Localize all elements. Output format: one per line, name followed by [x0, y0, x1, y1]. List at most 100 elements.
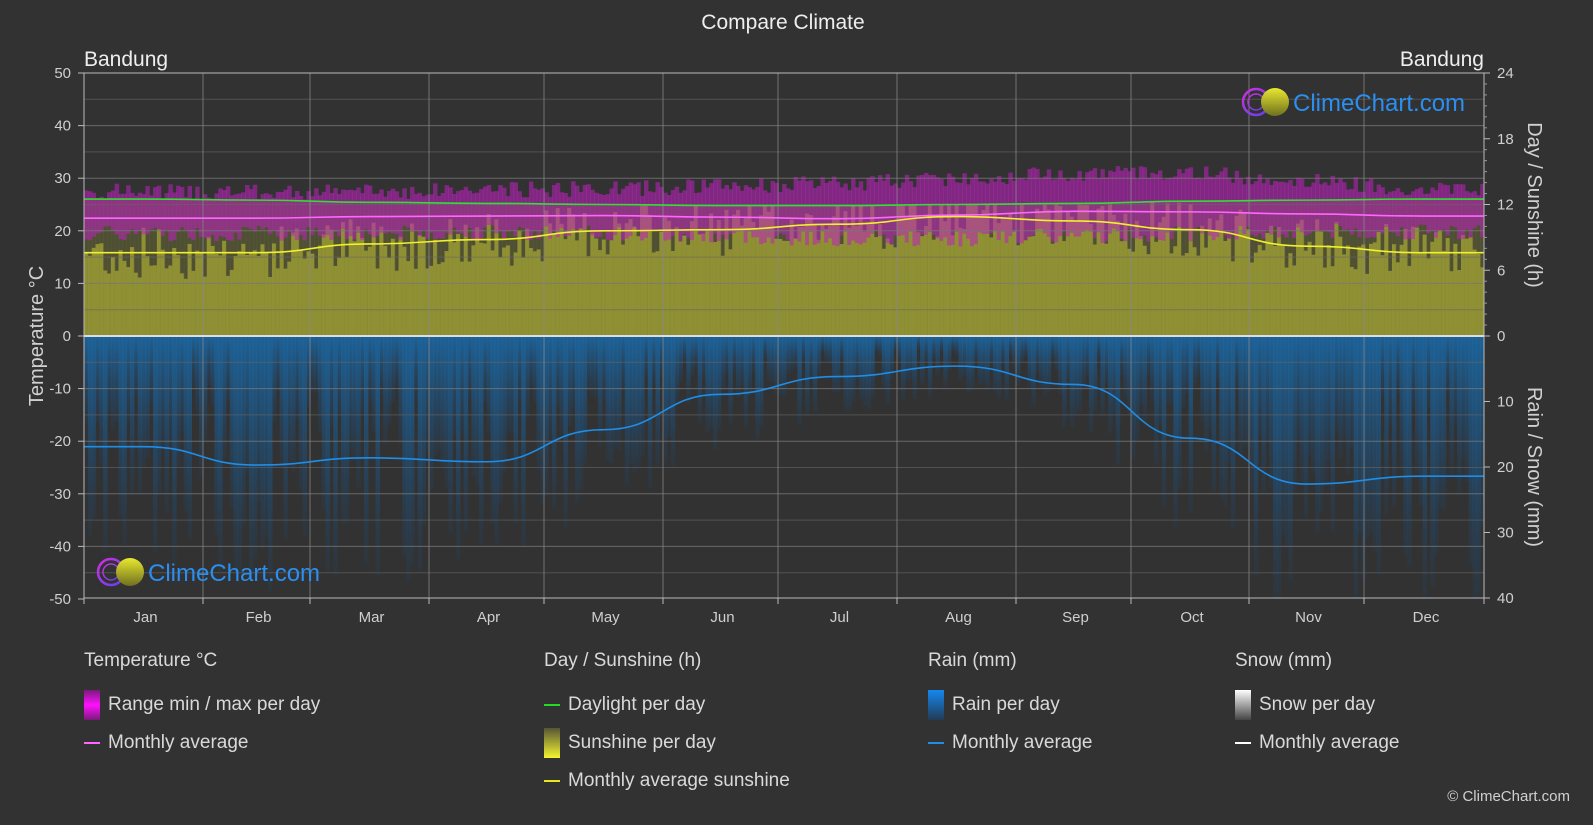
- rain-bar: [862, 336, 868, 406]
- rain-bar: [1257, 336, 1263, 437]
- temp-range-bar: [1391, 190, 1397, 233]
- sunshine-bar: [179, 273, 185, 336]
- rain-bar: [1315, 336, 1320, 535]
- sunshine-bar: [931, 239, 937, 336]
- sunshine-bar: [1246, 229, 1251, 336]
- sunshine-bar: [417, 235, 423, 336]
- rain-bar: [1062, 336, 1067, 428]
- rain-bar: [417, 336, 423, 573]
- sunshine-bar: [130, 247, 135, 336]
- sunshine-bar: [448, 219, 453, 336]
- temp-range-bar: [421, 196, 426, 230]
- logo-sun-icon: [116, 558, 144, 586]
- sunshine-bar: [494, 219, 499, 336]
- sunshine-bar: [1215, 220, 1220, 336]
- temp-range-bar: [939, 178, 944, 241]
- sunshine-bar: [1296, 223, 1301, 336]
- temp-range-swatch: [84, 690, 100, 720]
- temp-range-bar: [1376, 184, 1382, 233]
- sunshine-bar: [881, 248, 887, 336]
- temp-range-bar: [732, 182, 737, 234]
- rain-bar: [95, 336, 100, 422]
- sunshine-bar: [421, 236, 426, 336]
- sunshine-bar: [586, 256, 591, 336]
- rain-bar: [195, 336, 200, 412]
- temp-range-bar: [736, 185, 741, 232]
- temp-range-bar: [179, 187, 185, 228]
- temp-range-bar: [555, 182, 561, 238]
- rain-bar: [505, 336, 511, 433]
- temp-range-bar: [1096, 178, 1102, 233]
- sunshine-bar: [1265, 232, 1270, 336]
- temp-range-bar: [962, 173, 967, 234]
- sunshine-bar: [655, 251, 660, 336]
- sunshine-bar: [728, 249, 733, 336]
- rain-bar: [1000, 336, 1006, 365]
- temp-range-bar: [605, 194, 611, 240]
- temp-range-bar: [417, 192, 423, 236]
- rain-bar: [264, 336, 269, 537]
- sunshine-bar: [509, 265, 515, 336]
- rain-bar: [900, 336, 906, 401]
- sunshine-bar: [1273, 245, 1278, 336]
- sunshine-bar: [486, 214, 492, 336]
- sunshine-bar: [1169, 253, 1174, 336]
- rain-bar: [594, 336, 599, 399]
- rain-bar: [655, 336, 660, 468]
- sunshine-bar: [1257, 244, 1263, 336]
- sunshine-bar: [1353, 269, 1359, 336]
- temp-range-bar: [356, 187, 361, 233]
- sunshine-bar: [1411, 226, 1416, 336]
- sunshine-bar: [410, 223, 415, 336]
- temp-range-bar: [1246, 176, 1251, 227]
- temp-range-bar: [713, 179, 718, 234]
- rain-bar: [590, 336, 595, 397]
- rain-bar: [1177, 336, 1182, 489]
- sunshine-bar: [839, 244, 845, 336]
- rain-bar: [766, 336, 772, 381]
- temp-range-bar: [1031, 167, 1036, 236]
- rain-bar: [528, 336, 534, 387]
- x-tick-label: Feb: [246, 609, 272, 626]
- sunshine-bar: [436, 264, 442, 336]
- sunshine-bar: [195, 250, 200, 336]
- sunshine-bar: [674, 227, 680, 336]
- sunshine-bar: [245, 254, 250, 336]
- temp-range-bar: [168, 184, 173, 242]
- daylight-swatch: [544, 704, 560, 706]
- temp-range-bar: [1088, 170, 1094, 232]
- rain-bar: [463, 336, 469, 533]
- temp-range-bar: [1134, 178, 1140, 239]
- sunshine-bar: [578, 228, 584, 336]
- temp-range-bar: [1250, 184, 1255, 235]
- rain-bar: [310, 336, 315, 393]
- sunshine-bar: [950, 235, 956, 336]
- sunshine-bar: [398, 236, 403, 336]
- rain-bar: [329, 336, 334, 428]
- sunshine-bar: [624, 223, 630, 336]
- temp-range-bar: [1111, 171, 1117, 229]
- rain-bar: [854, 336, 860, 380]
- rain-bar: [609, 336, 614, 464]
- rain-bar: [563, 336, 568, 527]
- temp-range-bar: [1276, 181, 1282, 238]
- x-tick-label: Jul: [830, 609, 849, 626]
- rain-bar: [1019, 336, 1025, 363]
- rain-bar: [1096, 336, 1102, 360]
- temp-range-bar: [636, 182, 641, 231]
- legend-item: Sunshine per day: [544, 724, 790, 762]
- rain-bar: [502, 336, 507, 475]
- temp-range-bar: [122, 193, 127, 241]
- rain-bar: [1280, 336, 1286, 534]
- rain-bar: [690, 336, 695, 377]
- rain-bar: [555, 336, 561, 408]
- temp-range-bar: [145, 186, 150, 235]
- temp-range-bar: [1238, 178, 1243, 227]
- temp-range-bar: [1146, 177, 1151, 242]
- sunshine-bar: [751, 221, 756, 336]
- sunshine-bar: [260, 244, 265, 336]
- temp-range-bar: [1292, 185, 1297, 238]
- rain-bar: [1142, 336, 1148, 422]
- legend-sunshine: Day / Sunshine (h) Daylight per day Suns…: [544, 650, 790, 800]
- sunshine-bar: [866, 224, 871, 336]
